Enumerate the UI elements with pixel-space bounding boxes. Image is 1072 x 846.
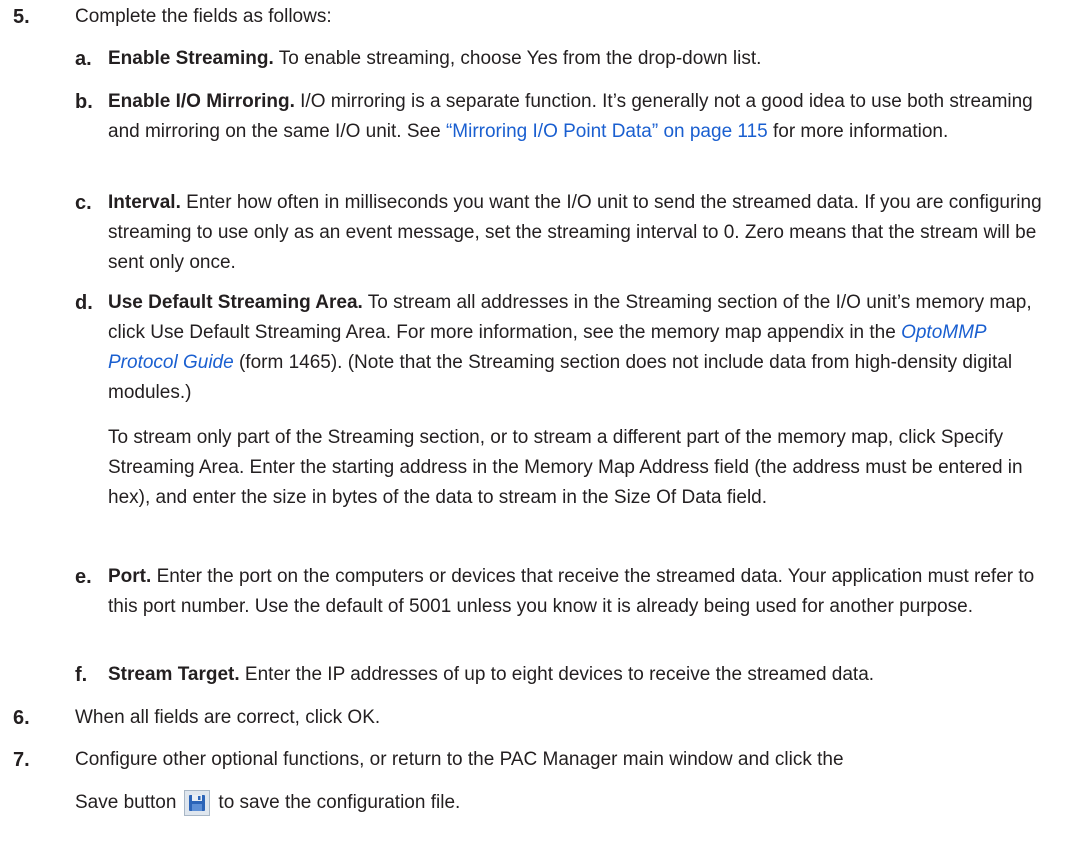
step-text: When all fields are correct, click OK. (75, 707, 381, 728)
field-text: Enter how often in milliseconds you want… (108, 192, 1042, 273)
field-description: Stream Target. Enter the IP addresses of… (108, 660, 1050, 690)
field-letter: b. (75, 91, 93, 113)
step-number: 7. (13, 749, 30, 771)
step-text: Save button to save the configuration fi… (75, 788, 1050, 818)
field-text: To enable streaming, choose Yes from the… (278, 48, 762, 69)
field-description: Enable Streaming. To enable streaming, c… (108, 44, 1050, 74)
step-text: Complete the fields as follows: (75, 6, 332, 27)
field-letter: f. (75, 664, 88, 686)
field-description: Use Default Streaming Area. To stream al… (108, 288, 1050, 408)
field-term: Enable I/O Mirroring. (108, 91, 295, 112)
field-description: Enable I/O Mirroring. I/O mirroring is a… (108, 87, 1050, 147)
field-description: Interval. Enter how often in millisecond… (108, 188, 1050, 278)
cross-reference-link[interactable]: “Mirroring I/O Point Data” on page 115 (446, 121, 768, 142)
save-disk-icon (184, 790, 211, 816)
field-term: Use Default Streaming Area. (108, 292, 363, 313)
step-text-after-icon: to save the configuration file. (218, 792, 461, 813)
field-term: Enable Streaming. (108, 48, 274, 69)
field-letter: d. (75, 292, 93, 314)
field-text-end: (form 1465). (Note that the Streaming se… (108, 352, 1013, 403)
field-text: Enter the port on the computers or devic… (108, 566, 1035, 617)
field-letter: c. (75, 192, 92, 214)
field-description: Port. Enter the port on the computers or… (108, 562, 1050, 622)
field-letter: a. (75, 48, 92, 70)
field-letter: e. (75, 566, 92, 588)
field-text: Enter the IP addresses of up to eight de… (244, 664, 875, 685)
field-term: Stream Target. (108, 664, 240, 685)
field-text-end: for more information. (772, 121, 949, 142)
field-description: To stream only part of the Streaming sec… (108, 427, 1023, 508)
step-text-before-icon: Save button (75, 792, 177, 813)
step-number: 6. (13, 707, 30, 729)
field-term: Port. (108, 566, 152, 587)
step-number: 5. (13, 6, 30, 28)
step-text: Configure other optional functions, or r… (75, 749, 844, 770)
field-term: Interval. (108, 192, 181, 213)
